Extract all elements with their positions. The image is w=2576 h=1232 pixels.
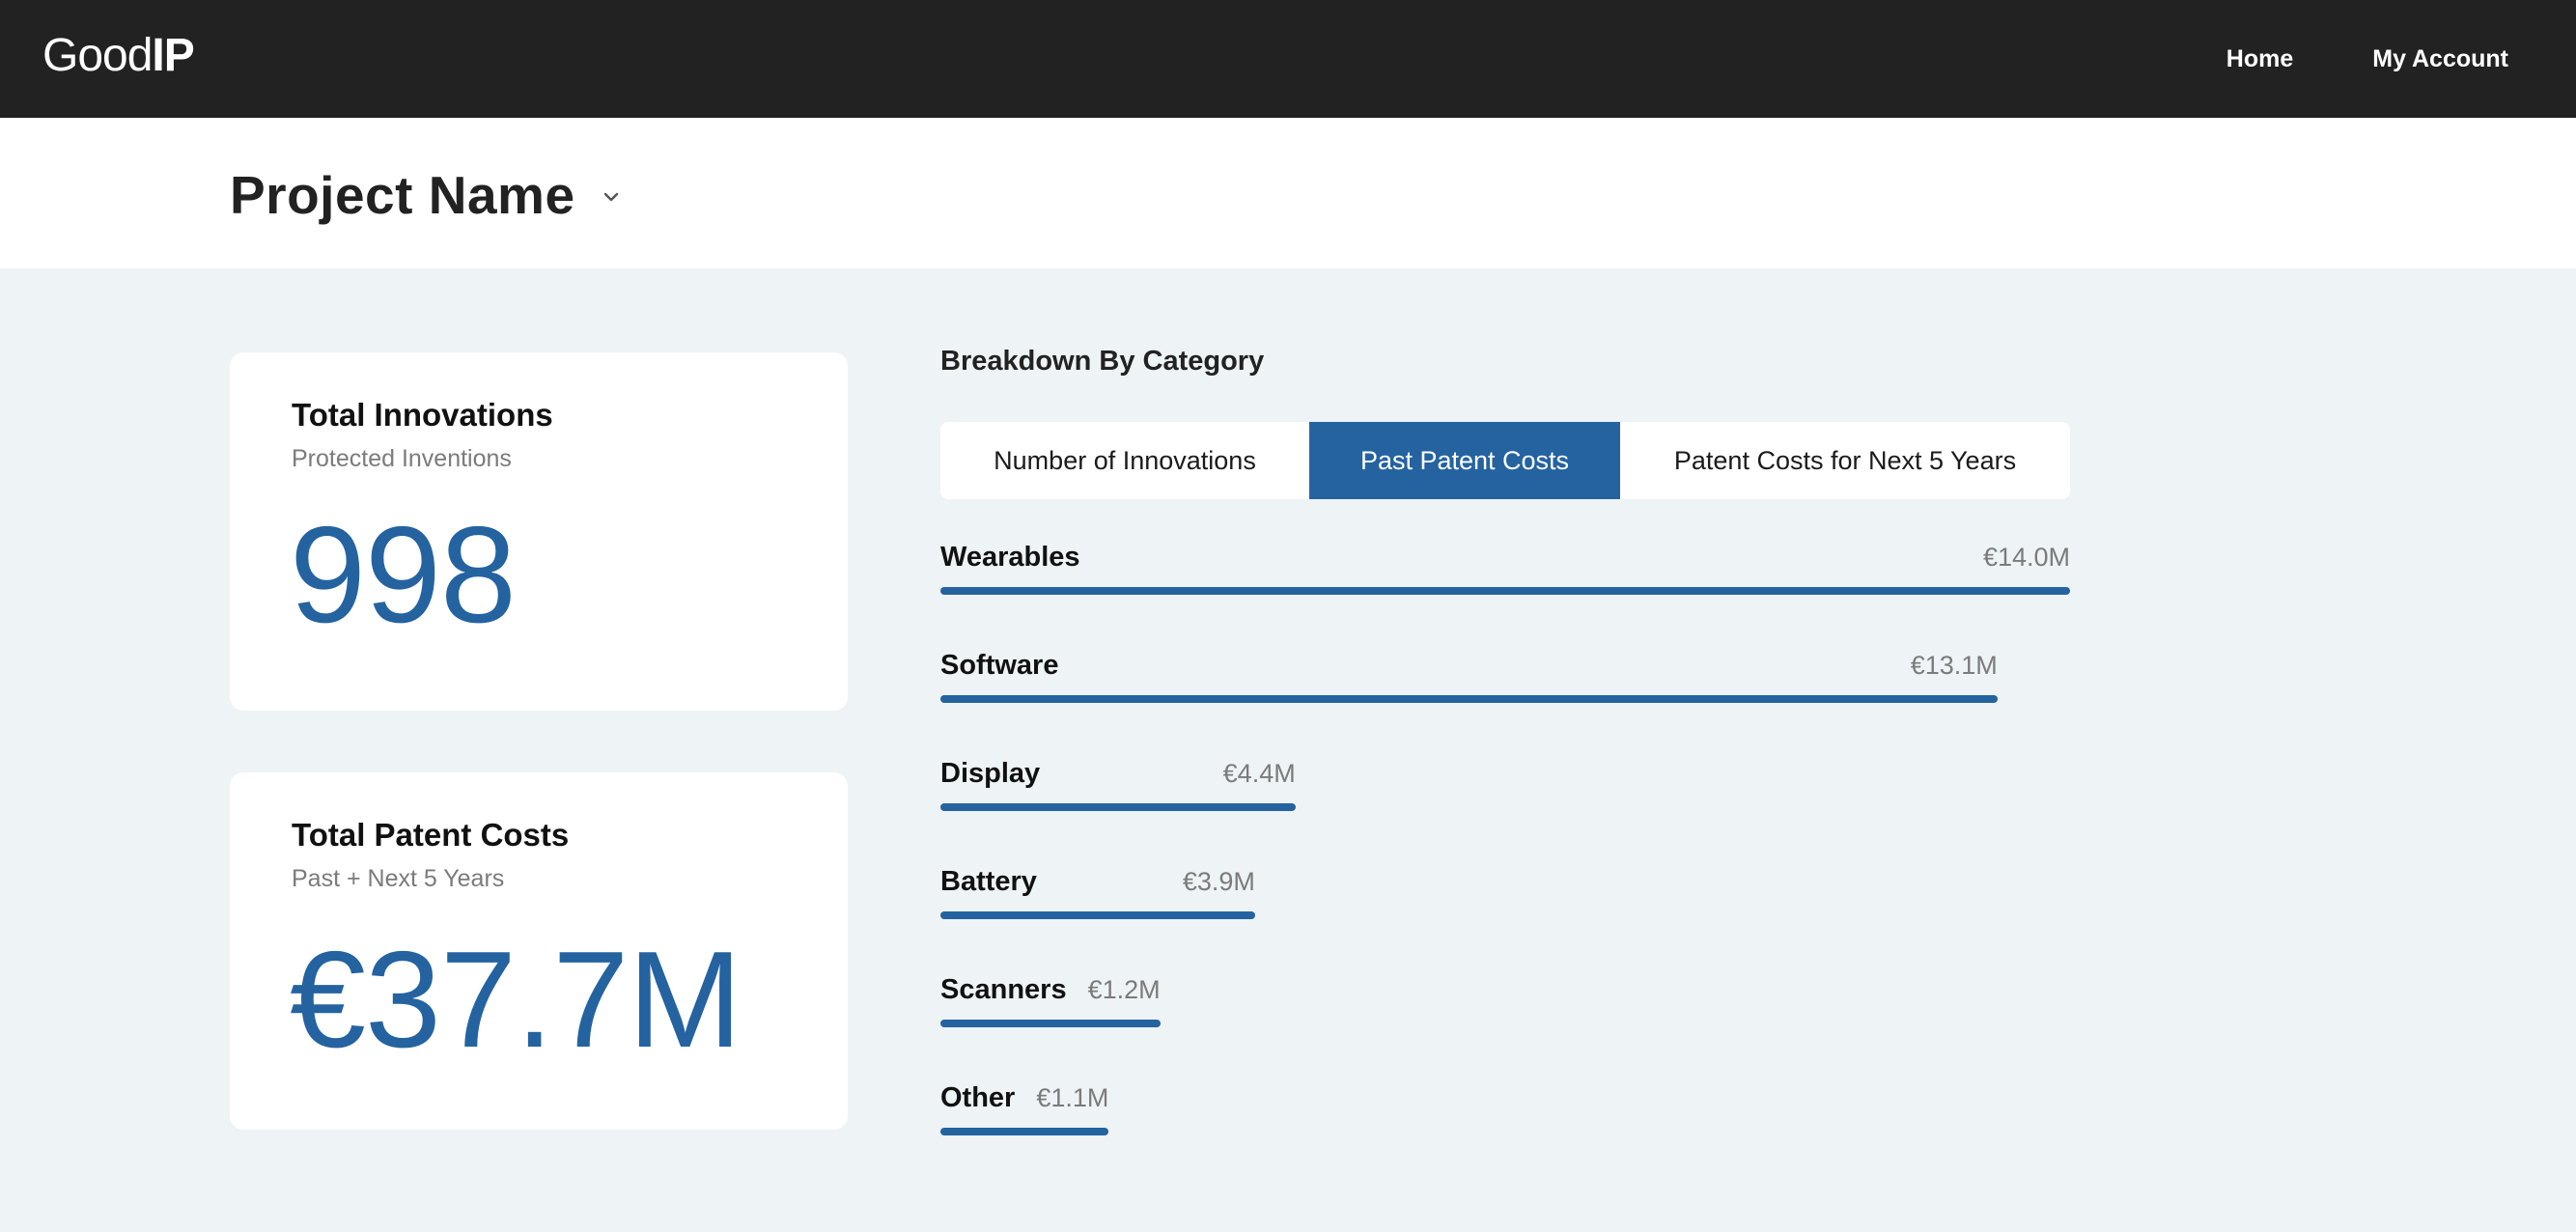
card-subtitle: Past + Next 5 Years xyxy=(292,865,505,892)
category-bar xyxy=(940,695,1998,703)
nav-my-account-link[interactable]: My Account xyxy=(2372,45,2508,73)
nav-home-link[interactable]: Home xyxy=(2226,45,2293,73)
main-nav: Home My Account xyxy=(2226,0,2508,118)
category-value: €4.4M xyxy=(1222,759,1296,788)
project-header: Project Name xyxy=(0,118,2576,268)
category-row-header: Other €1.1M xyxy=(940,1082,1108,1114)
breakdown-title: Breakdown By Category xyxy=(940,346,1265,377)
category-row: Battery €3.9M xyxy=(940,866,2070,974)
category-row: Display €4.4M xyxy=(940,758,2070,866)
category-row: Scanners €1.2M xyxy=(940,974,2070,1082)
card-title: Total Patent Costs xyxy=(292,817,570,853)
category-label: Other xyxy=(940,1082,1016,1113)
category-label: Display xyxy=(940,758,1041,789)
category-row-content: Scanners €1.2M xyxy=(940,974,1161,1027)
category-bar xyxy=(940,1128,1109,1135)
chevron-down-icon xyxy=(603,192,618,202)
category-row-header: Scanners €1.2M xyxy=(940,974,1161,1006)
category-row-content: Wearables €14.0M xyxy=(940,542,2070,595)
total-patent-costs-value: €37.7M xyxy=(290,923,742,1077)
category-label: Battery xyxy=(940,866,1037,897)
category-row: Software €13.1M xyxy=(940,650,2070,758)
breakdown-tabs: Number of Innovations Past Patent Costs … xyxy=(940,422,2070,499)
category-bar xyxy=(940,803,1296,811)
tab-past-patent-costs[interactable]: Past Patent Costs xyxy=(1309,422,1620,499)
category-row-content: Battery €3.9M xyxy=(940,866,1255,919)
goodip-logo[interactable]: GoodIP xyxy=(42,29,195,82)
category-label: Software xyxy=(940,650,1059,681)
category-row-content: Display €4.4M xyxy=(940,758,1296,811)
category-row: Other €1.1M xyxy=(940,1082,2070,1190)
category-value: €1.2M xyxy=(1087,975,1161,1004)
logo-text-light: Good xyxy=(42,30,153,81)
top-navigation-bar: GoodIP Home My Account xyxy=(0,0,2576,118)
card-subtitle: Protected Inventions xyxy=(292,445,512,472)
total-innovations-card: Total Innovations Protected Inventions 9… xyxy=(230,352,848,711)
category-bar xyxy=(940,587,2070,595)
logo-text-bold: IP xyxy=(152,30,194,81)
tab-number-of-innovations[interactable]: Number of Innovations xyxy=(940,422,1309,499)
category-bar xyxy=(940,911,1255,919)
tab-patent-costs-next-5-years[interactable]: Patent Costs for Next 5 Years xyxy=(1620,422,2070,499)
total-patent-costs-card: Total Patent Costs Past + Next 5 Years €… xyxy=(230,772,848,1130)
category-label: Wearables xyxy=(940,542,1080,573)
category-bar xyxy=(940,1020,1161,1027)
category-row-header: Battery €3.9M xyxy=(940,866,1255,898)
category-label: Scanners xyxy=(940,974,1067,1005)
total-innovations-value: 998 xyxy=(290,498,517,652)
breakdown-by-category: Breakdown By Category Number of Innovati… xyxy=(940,346,2070,1190)
category-value: €14.0M xyxy=(1982,543,2070,572)
category-row-content: Other €1.1M xyxy=(940,1082,1109,1135)
category-bar-list: Wearables €14.0M Software €13.1M Display €4.4… xyxy=(940,542,2070,1190)
project-title: Project Name xyxy=(230,165,575,225)
card-title: Total Innovations xyxy=(292,397,553,433)
category-row-header: Display €4.4M xyxy=(940,758,1296,790)
category-row: Wearables €14.0M xyxy=(940,542,2070,650)
category-row-header: Wearables €14.0M xyxy=(940,542,2070,574)
category-value: €3.9M xyxy=(1182,867,1255,896)
project-selector-dropdown[interactable]: Project Name xyxy=(230,164,622,226)
category-value: €1.1M xyxy=(1036,1083,1109,1112)
category-row-header: Software €13.1M xyxy=(940,650,1998,682)
category-row-content: Software €13.1M xyxy=(940,650,1998,703)
category-value: €13.1M xyxy=(1910,651,1998,680)
